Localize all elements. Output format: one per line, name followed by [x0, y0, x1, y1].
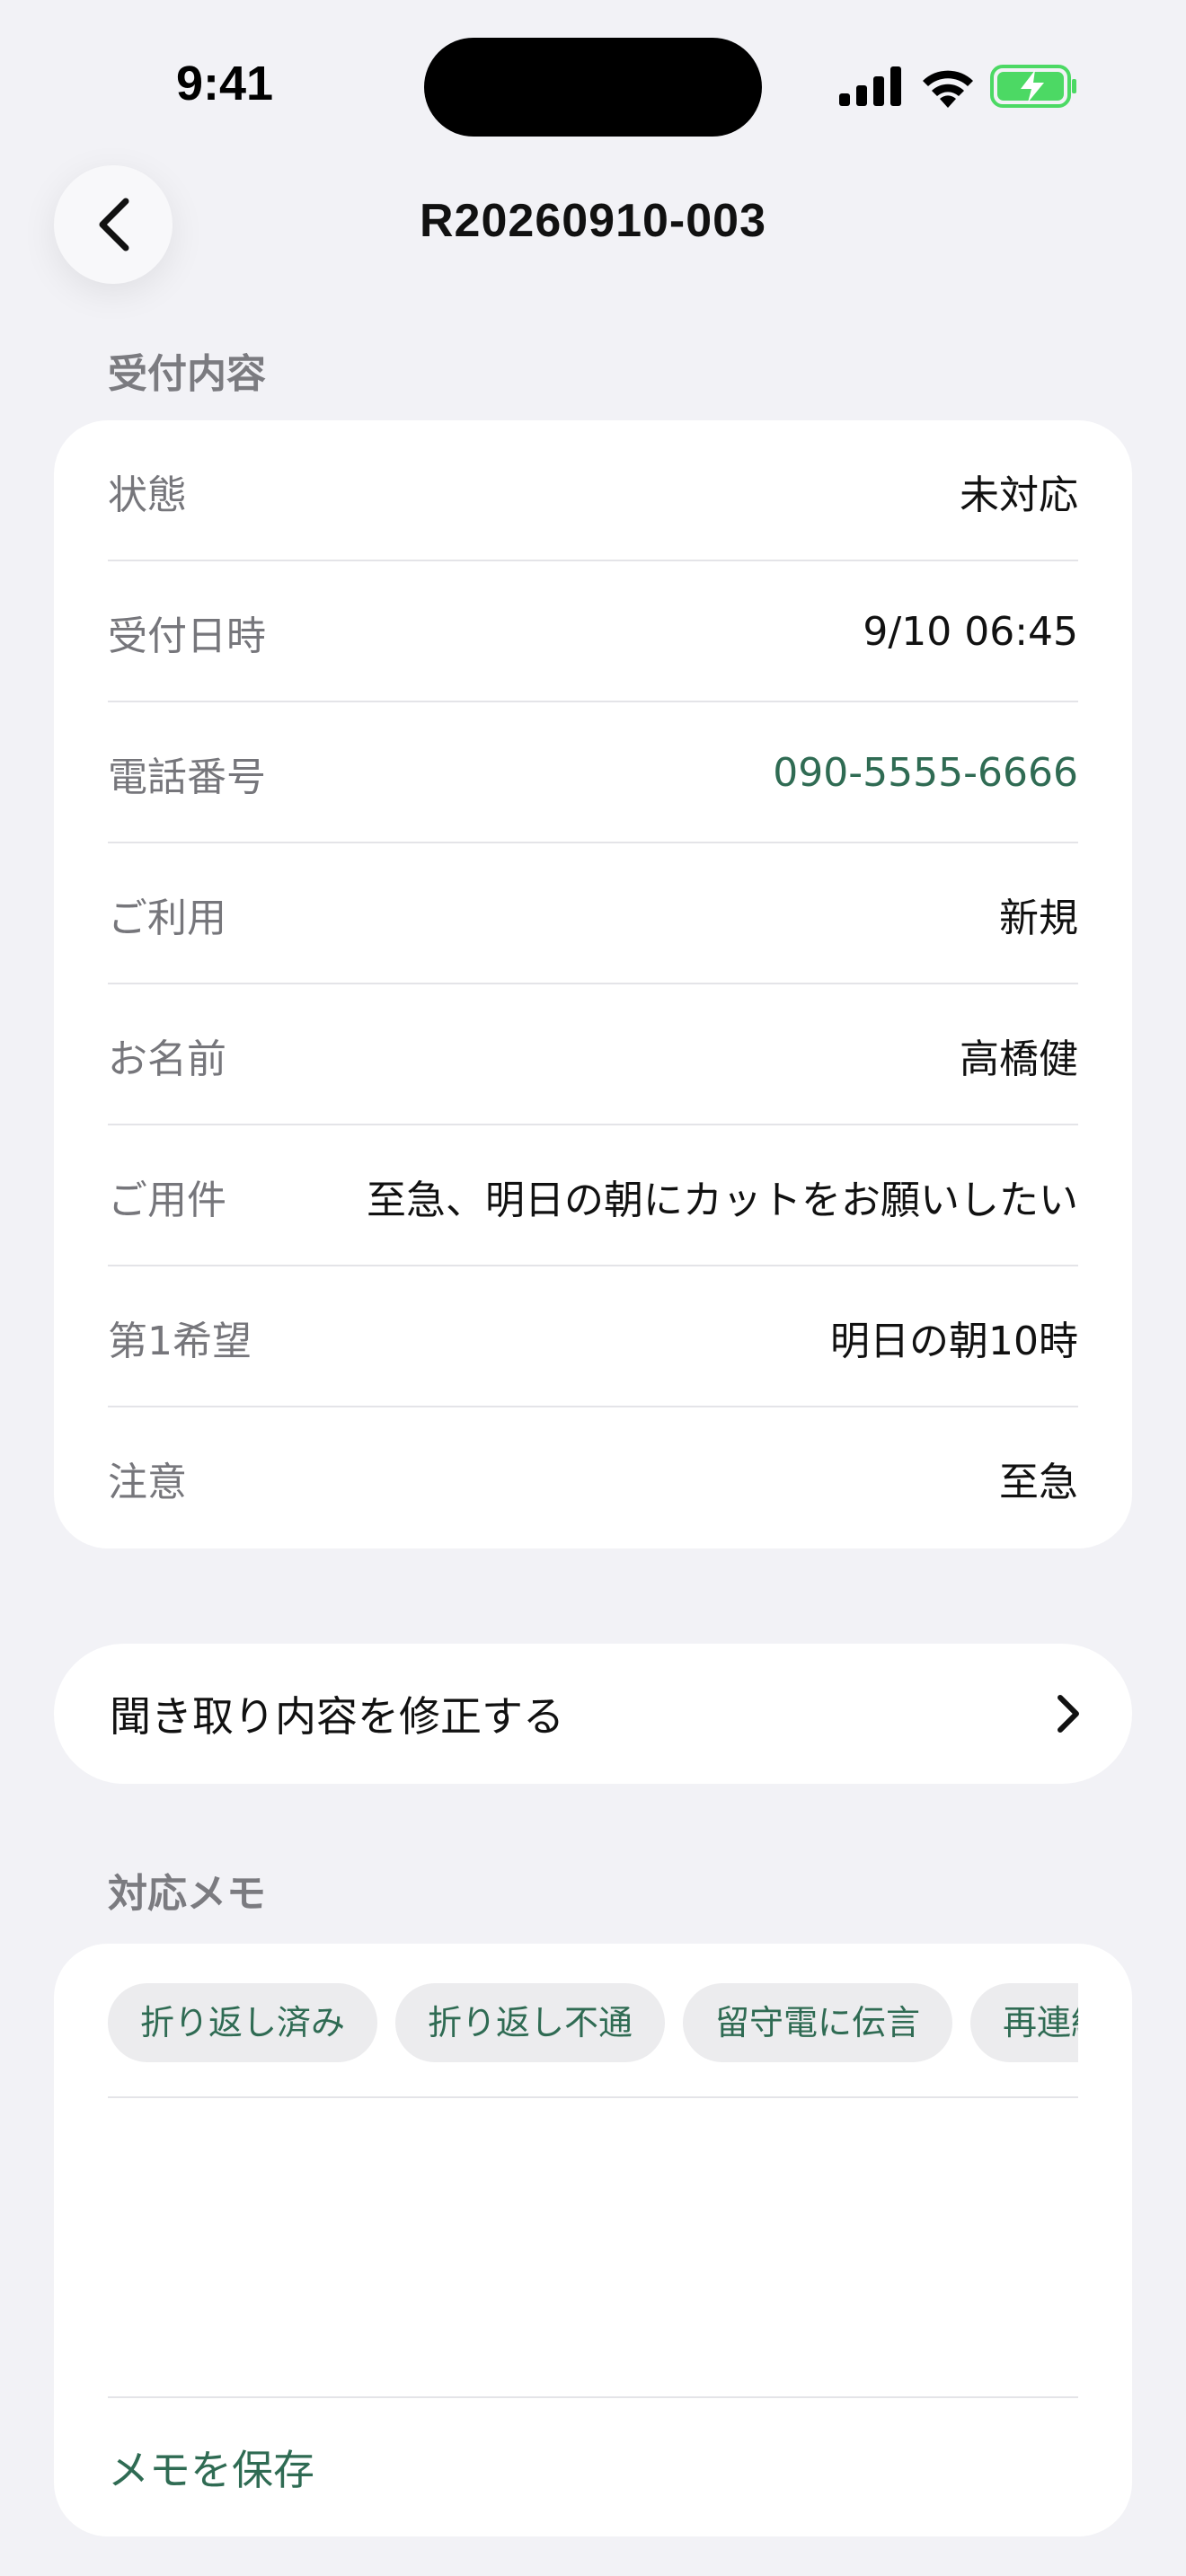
edit-transcript-button[interactable]: 聞き取り内容を修正する	[54, 1644, 1132, 1784]
request-value: 至急、明日の朝にカットをお願いしたい	[367, 1177, 1078, 1223]
phone-number-link[interactable]: 090-5555-6666	[773, 750, 1078, 796]
status-time: 9:41	[176, 57, 274, 110]
customer-name-value: 高橋健	[960, 1036, 1078, 1082]
quick-memo-chips[interactable]: 折り返し済み折り返し不通留守電に伝言再連絡	[108, 1983, 1078, 2064]
detail-label: 電話番号	[108, 754, 266, 800]
detail-row-note: 注意 至急	[108, 1407, 1078, 1548]
detail-row-status: 状態 未対応	[108, 420, 1078, 561]
detail-row-phone: 電話番号 090-5555-6666	[108, 702, 1078, 843]
detail-row-usage: ご利用 新規	[108, 843, 1078, 984]
reception-details-card: 状態 未対応 受付日時 9/10 06:45 電話番号 090-5555-666…	[54, 420, 1132, 1548]
back-button[interactable]	[54, 165, 173, 284]
status-bar: 9:41	[0, 0, 1186, 153]
detail-label: 注意	[108, 1459, 187, 1505]
detail-label: 第1希望	[108, 1318, 252, 1364]
cellular-signal-icon	[839, 66, 901, 106]
memo-section-header: 対応メモ	[108, 1871, 266, 1917]
memo-card: 折り返し済み折り返し不通留守電に伝言再連絡 メモを保存	[54, 1944, 1132, 2536]
usage-value: 新規	[999, 895, 1078, 941]
edit-transcript-label: 聞き取り内容を修正する	[110, 1692, 564, 1741]
page-title: R20260910-003	[420, 195, 766, 247]
received-at-value: 9/10 06:45	[863, 609, 1078, 655]
status-value: 未対応	[960, 472, 1078, 518]
battery-charging-icon	[990, 65, 1076, 108]
wifi-icon	[923, 70, 973, 108]
detail-label: 状態	[108, 472, 187, 518]
reception-section-header: 受付内容	[108, 351, 266, 397]
chevron-right-icon	[1058, 1695, 1079, 1733]
memo-divider	[108, 2096, 1078, 2098]
first-choice-value: 明日の朝10時	[830, 1318, 1078, 1364]
detail-label: お名前	[108, 1036, 226, 1082]
detail-row-name: お名前 高橋健	[108, 984, 1078, 1125]
detail-label: ご利用	[108, 895, 226, 941]
chip-no-answer[interactable]: 折り返し不通	[395, 1983, 666, 2062]
chevron-left-icon	[99, 198, 129, 251]
dynamic-island	[424, 38, 762, 137]
save-memo-button[interactable]: メモを保存	[108, 2398, 1078, 2536]
detail-label: 受付日時	[108, 613, 266, 659]
detail-row-request: ご用件 至急、明日の朝にカットをお願いしたい	[108, 1125, 1078, 1266]
chip-recontact[interactable]: 再連絡	[970, 1983, 1078, 2062]
chip-left-voicemail[interactable]: 留守電に伝言	[683, 1983, 953, 2062]
note-value: 至急	[999, 1459, 1078, 1505]
detail-row-first-choice: 第1希望 明日の朝10時	[108, 1266, 1078, 1407]
chip-called-back[interactable]: 折り返し済み	[108, 1983, 378, 2062]
detail-label: ご用件	[108, 1177, 226, 1223]
detail-row-received-at: 受付日時 9/10 06:45	[108, 561, 1078, 702]
